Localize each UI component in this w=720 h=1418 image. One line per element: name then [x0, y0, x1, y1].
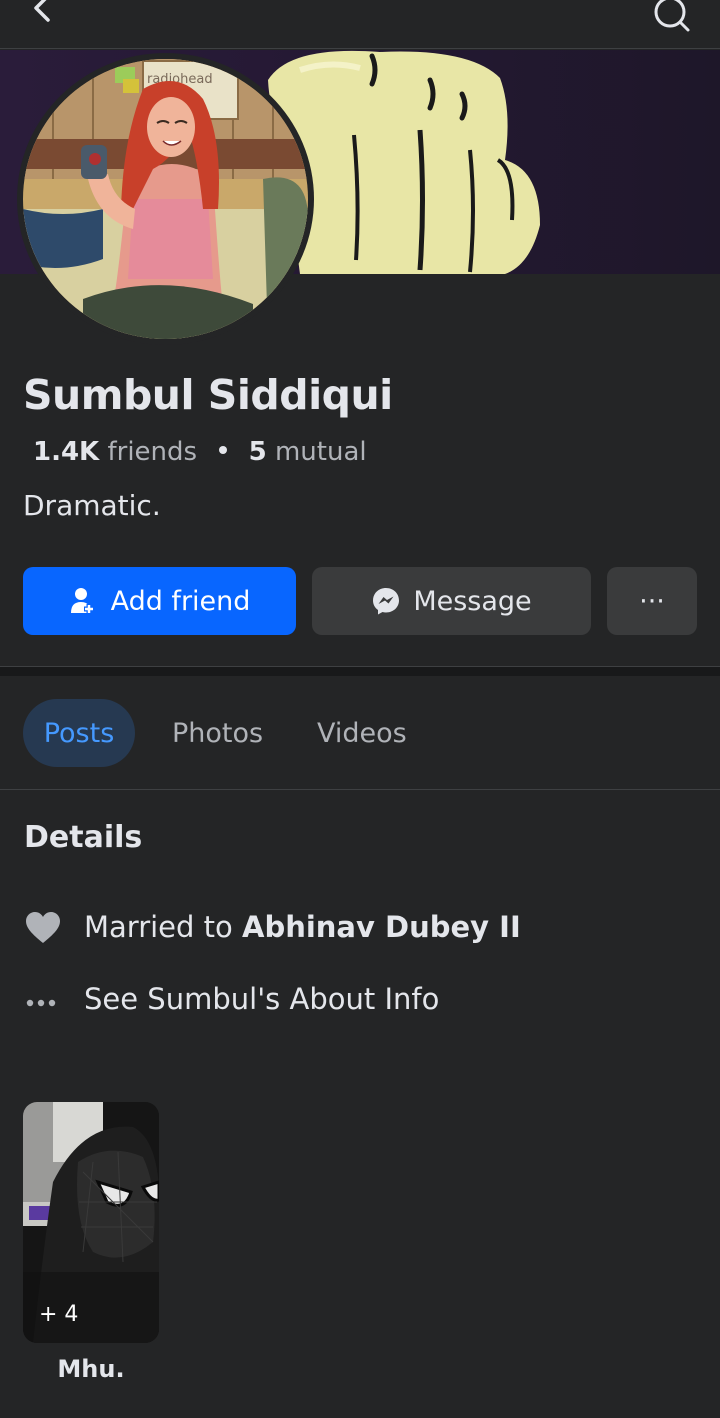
add-friend-button[interactable]: Add friend	[23, 567, 296, 635]
tab-photos-label: Photos	[172, 717, 264, 749]
featured-story-label: Mhu.	[57, 1355, 125, 1383]
messenger-icon	[373, 588, 400, 615]
profile-name: Sumbul Siddiqui	[23, 371, 393, 419]
featured-story-thumbnail[interactable]: + 4	[23, 1102, 159, 1343]
heart-icon	[26, 912, 60, 943]
back-chevron-icon[interactable]	[26, 0, 62, 30]
more-dots-icon	[26, 999, 56, 1007]
separator-dot	[219, 446, 228, 454]
more-options-button[interactable]: ···	[607, 567, 697, 635]
top-bar	[0, 0, 720, 49]
about-info-link[interactable]: See Sumbul's About Info	[84, 982, 439, 1016]
tabs-divider	[0, 789, 720, 790]
tab-photos[interactable]: Photos	[172, 699, 263, 767]
story-count-badge: + 4	[39, 1302, 79, 1327]
relationship-text: Married to Abhinav Dubey II	[84, 910, 521, 944]
section-divider	[0, 666, 720, 676]
tab-posts-label: Posts	[43, 717, 115, 749]
avatar-illustration: radiohead	[23, 59, 308, 339]
profile-avatar[interactable]: radiohead	[17, 53, 314, 345]
details-heading: Details	[24, 820, 143, 855]
search-icon[interactable]	[648, 0, 692, 36]
about-info-row[interactable]: See Sumbul's About Info	[0, 978, 720, 1022]
profile-bio: Dramatic.	[23, 489, 161, 522]
message-button[interactable]: Message	[312, 567, 591, 635]
friends-label: friends	[107, 437, 198, 467]
tab-videos[interactable]: Videos	[317, 699, 407, 767]
message-label: Message	[413, 585, 532, 617]
friends-summary[interactable]: 1.4K friends 5 mutual	[33, 437, 367, 467]
mutual-label: mutual	[274, 437, 367, 467]
spouse-name-link[interactable]: Abhinav Dubey II	[242, 910, 521, 944]
more-dots-icon: ···	[639, 585, 665, 617]
mutual-count: 5	[248, 437, 267, 467]
relationship-row[interactable]: Married to Abhinav Dubey II	[0, 906, 720, 950]
tab-posts[interactable]: Posts	[23, 699, 135, 767]
married-prefix: Married to	[84, 910, 233, 944]
add-person-icon	[70, 588, 94, 614]
tab-videos-label: Videos	[317, 717, 407, 749]
add-friend-label: Add friend	[110, 585, 251, 617]
friends-count: 1.4K	[33, 437, 100, 467]
